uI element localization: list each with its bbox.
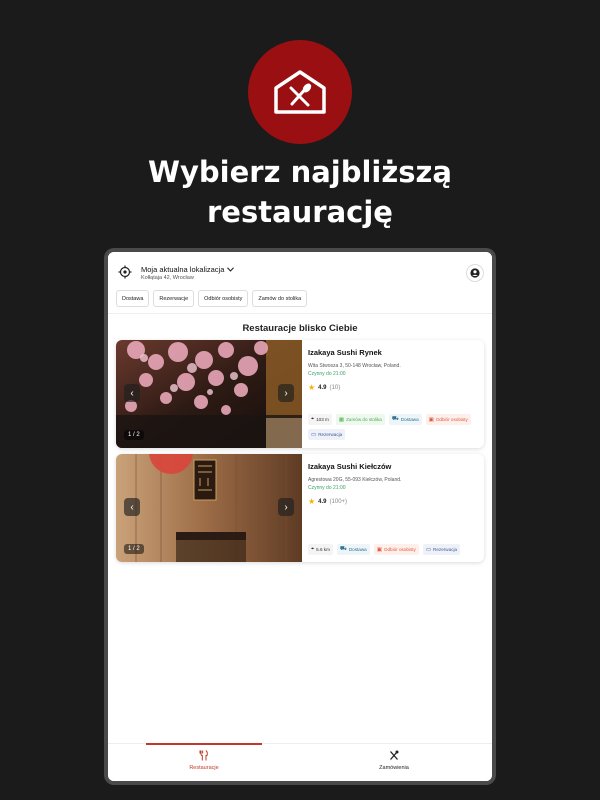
restaurant-photo-carousel[interactable]: ‹ › 1 / 2 — [116, 340, 302, 448]
chip-reservations[interactable]: Rezerwacje — [153, 290, 195, 307]
restaurant-info: Izakaya Sushi Kiełczów Agrestowa 20G, 55… — [308, 462, 480, 558]
restaurant-photo — [116, 454, 302, 562]
tag-reservation: ▭ Rezerwacja — [422, 544, 461, 555]
top-bar: Moja aktualna lokalizacja Kołłątaja 42, … — [108, 252, 492, 314]
chip-delivery[interactable]: Dostawa — [116, 290, 150, 307]
restaurant-rating: ★ 4.9 (100+) — [308, 498, 480, 506]
tag-pickup: ▣ Odbiór osobisty — [425, 414, 471, 425]
bottom-navigation: Restauracje Zamówienia — [108, 743, 492, 781]
star-icon: ★ — [308, 497, 316, 506]
tab-orders[interactable]: Zamówienia — [344, 750, 444, 771]
restaurant-photo — [116, 340, 302, 448]
restaurant-card[interactable]: ‹ › 1 / 2 Izakaya Sushi Rynek Wita Stwos… — [116, 340, 484, 448]
review-count: (100+) — [329, 499, 348, 505]
location-address: Kołłątaja 42, Wrocław — [141, 275, 194, 281]
cutlery-icon — [199, 750, 208, 761]
app-screen: Moja aktualna lokalizacja Kołłątaja 42, … — [108, 252, 492, 781]
chevron-down-icon — [227, 267, 235, 272]
opening-hours: Czynny do 21:00 — [308, 371, 346, 377]
review-count: (10) — [329, 385, 341, 391]
headline-line-1: Wybierz najbliższą — [148, 155, 452, 189]
pin-icon: ⌖ — [311, 546, 315, 552]
chip-pickup[interactable]: Odbiór osobisty — [198, 290, 249, 307]
restaurant-name: Izakaya Sushi Kiełczów — [308, 462, 392, 471]
restaurant-rating: ★ 4.9 (10) — [308, 384, 480, 392]
bag-icon: ▣ — [428, 416, 434, 423]
restaurant-name: Izakaya Sushi Rynek — [308, 348, 382, 357]
carousel-prev-button[interactable]: ‹ — [124, 384, 140, 402]
ticket-icon: ▭ — [311, 431, 317, 438]
restaurant-address: Agrestowa 20G, 55-093 Kiełczów, Poland. — [308, 477, 402, 483]
pin-icon: ⌖ — [311, 416, 315, 422]
restaurant-card[interactable]: ‹ › 1 / 2 Izakaya Sushi Kiełczów Agresto… — [116, 454, 484, 562]
tag-table-order: ▦ Zamów do stolika — [335, 414, 385, 425]
orders-tools-icon — [390, 750, 399, 760]
service-tags: ⌖ 5.6 km ⛟ Dostawa ▣ Odbiór osobisty ▭ Rezer… — [308, 544, 483, 555]
carousel-prev-button[interactable]: ‹ — [124, 498, 140, 516]
page-headline: Wybierz najbliższą restaurację — [0, 152, 600, 232]
crosshair-location-icon[interactable] — [118, 265, 132, 279]
carousel-pager: 1 / 2 — [124, 544, 144, 554]
distance-tag: ⌖ 103 m — [308, 414, 332, 425]
bag-icon: ▣ — [376, 546, 382, 553]
profile-button[interactable] — [466, 264, 484, 282]
tag-pickup: ▣ Odbiór osobisty — [373, 544, 419, 555]
opening-hours: Czynny do 21:00 — [308, 485, 346, 491]
distance-tag: ⌖ 5.6 km — [308, 544, 333, 555]
service-filter-chips: Dostawa Rezerwacje Odbiór osobisty Zamów… — [116, 290, 308, 307]
restaurant-address: Wita Stwosza 3, 50-148 Wrocław, Poland. — [308, 363, 401, 369]
scooter-icon: ⛟ — [391, 416, 399, 422]
app-logo — [248, 40, 352, 144]
carousel-next-button[interactable]: › — [278, 384, 294, 402]
headline-line-2: restaurację — [207, 195, 393, 229]
ticket-icon: ▭ — [425, 546, 432, 553]
active-tab-indicator — [146, 743, 262, 745]
tablet-frame: Moja aktualna lokalizacja Kołłątaja 42, … — [104, 248, 496, 785]
service-tags: ⌖ 103 m ▦ Zamów do stolika ⛟ Dostawa ▣ Odbió… — [308, 414, 483, 440]
chip-table-order[interactable]: Zamów do stolika — [252, 290, 308, 307]
section-title: Restauracje blisko Ciebie — [242, 323, 358, 334]
location-title: Moja aktualna lokalizacja — [141, 265, 225, 274]
user-icon — [470, 268, 480, 278]
star-icon: ★ — [308, 383, 316, 392]
tab-restaurants-label: Restauracje — [189, 765, 219, 771]
restaurant-house-icon — [274, 70, 326, 114]
tab-restaurants[interactable]: Restauracje — [154, 750, 254, 771]
scooter-icon: ⛟ — [339, 546, 347, 552]
table-icon: ▦ — [338, 416, 345, 423]
tag-delivery: ⛟ Dostawa — [336, 544, 370, 555]
tag-delivery: ⛟ Dostawa — [388, 414, 422, 425]
carousel-pager: 1 / 2 — [124, 430, 144, 440]
carousel-next-button[interactable]: › — [278, 498, 294, 516]
restaurant-info: Izakaya Sushi Rynek Wita Stwosza 3, 50-1… — [308, 348, 480, 444]
tab-orders-label: Zamówienia — [379, 765, 409, 771]
restaurant-photo-carousel[interactable]: ‹ › 1 / 2 — [116, 454, 302, 562]
tag-reservation: ▭ Rezerwacja — [308, 429, 346, 440]
rating-value: 4.9 — [318, 385, 327, 391]
rating-value: 4.9 — [318, 499, 327, 505]
location-selector[interactable]: Moja aktualna lokalizacja — [141, 265, 235, 274]
